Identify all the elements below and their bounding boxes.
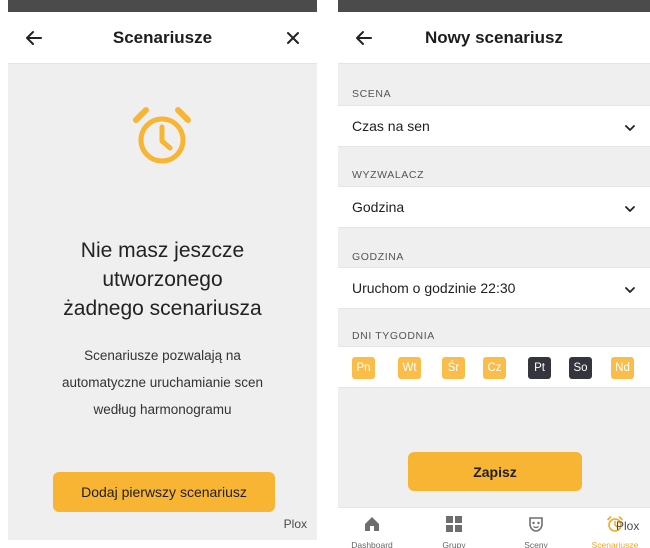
chevron-down-icon — [624, 283, 636, 295]
brand-label: Plox — [283, 517, 307, 531]
brand-label: Plox — [616, 519, 640, 533]
trigger-value: Godzina — [352, 199, 405, 215]
alarm-clock-icon — [130, 104, 194, 168]
scene-label: SCENA — [352, 88, 392, 100]
chevron-down-icon — [624, 121, 636, 133]
trigger-label: WYZWALACZ — [352, 169, 425, 181]
page-title: Nowy scenariusz — [425, 27, 563, 47]
save-button[interactable]: Zapisz — [408, 452, 582, 491]
top-bar: Nowy scenariusz — [338, 12, 650, 64]
bottom-navigation: Dashboard Grupy Sceny Scenariusze — [338, 507, 650, 548]
chevron-down-icon — [624, 202, 636, 214]
nav-label: Dashboard — [351, 540, 393, 548]
scenarios-list-screen: Scenariusze Nie masz jeszcze utworzonego… — [8, 0, 317, 540]
new-scenario-screen: Nowy scenariusz SCENA Czas na sen WYZWAL… — [338, 0, 650, 548]
day-toggle-sunday[interactable]: Nd — [611, 357, 634, 379]
weekday-selector: Pn Wt Śr Cz Pt So Nd — [338, 346, 650, 388]
empty-state-description: Scenariusze pozwalają na automatyczne ur… — [61, 348, 264, 417]
nav-label: Scenariusze — [591, 540, 639, 548]
close-icon[interactable] — [281, 26, 305, 50]
trigger-select[interactable]: Godzina — [338, 186, 650, 228]
nav-item-scenes[interactable]: Sceny — [505, 508, 567, 548]
scene-value: Czas na sen — [352, 118, 430, 134]
add-first-scenario-button[interactable]: Dodaj pierwszy scenariusz — [53, 472, 275, 512]
nav-item-dashboard[interactable]: Dashboard — [341, 508, 403, 548]
day-toggle-tuesday[interactable]: Wt — [398, 357, 421, 379]
time-value: Uruchom o godzinie 22:30 — [352, 280, 516, 296]
day-toggle-saturday[interactable]: So — [569, 357, 592, 379]
day-toggle-friday[interactable]: Pt — [528, 357, 551, 379]
nav-label: Sceny — [524, 540, 548, 548]
weekdays-label: DNI TYGODNIA — [352, 330, 435, 342]
nav-item-groups[interactable]: Grupy — [423, 508, 485, 548]
time-select[interactable]: Uruchom o godzinie 22:30 — [338, 267, 650, 309]
mask-icon — [527, 515, 545, 533]
day-toggle-thursday[interactable]: Cz — [483, 357, 506, 379]
home-icon — [363, 515, 381, 533]
time-label: GODZINA — [352, 251, 405, 263]
day-toggle-wednesday[interactable]: Śr — [442, 357, 465, 379]
status-bar — [8, 0, 317, 12]
scene-select[interactable]: Czas na sen — [338, 105, 650, 147]
empty-state-title: Nie masz jeszcze utworzonego żadnego sce… — [63, 239, 262, 320]
nav-label: Grupy — [442, 540, 466, 548]
day-toggle-monday[interactable]: Pn — [352, 357, 375, 379]
back-arrow-icon[interactable] — [352, 26, 376, 50]
top-bar: Scenariusze — [8, 12, 317, 64]
page-title: Scenariusze — [112, 27, 213, 47]
grid-icon — [445, 515, 463, 533]
status-bar — [338, 0, 650, 12]
back-arrow-icon[interactable] — [22, 26, 46, 50]
